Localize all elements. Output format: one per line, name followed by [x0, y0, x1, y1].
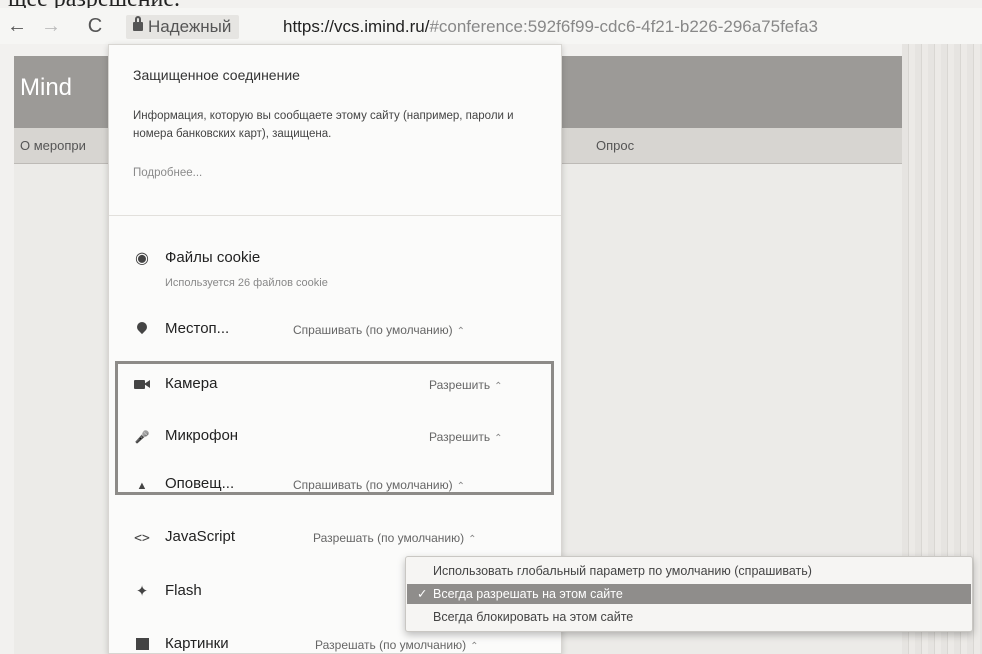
camera-icon: [133, 375, 151, 393]
tab-about[interactable]: О меропри: [20, 138, 86, 153]
checkmark-icon: ✓: [417, 587, 428, 601]
permission-flash-label: Flash: [165, 582, 202, 599]
forward-icon[interactable]: →: [40, 14, 62, 38]
permission-notifications-label: Оповещ...: [165, 475, 235, 492]
flash-options-menu: Использовать глобальный параметр по умол…: [405, 556, 973, 632]
tab-poll[interactable]: Опрос: [596, 138, 634, 153]
option-use-global-default[interactable]: Использовать глобальный параметр по умол…: [407, 561, 971, 581]
permission-camera-select[interactable]: Разрешить ⌃: [429, 378, 502, 392]
popup-title: Защищенное соединение: [133, 67, 300, 83]
address-bar[interactable]: https://vcs.imind.ru/#conference:592f6f9…: [283, 15, 818, 39]
permission-images-select[interactable]: Разрешать (по умолчанию) ⌃: [315, 638, 479, 652]
puzzle-icon: [133, 582, 151, 600]
bell-icon: [133, 475, 151, 493]
more-link[interactable]: Подробнее...: [133, 167, 202, 179]
secure-label: Надежный: [148, 17, 232, 36]
divider: [109, 215, 561, 216]
lock-icon: [133, 16, 143, 31]
secure-indicator[interactable]: Надежный: [126, 15, 240, 39]
cookie-icon: [133, 249, 151, 267]
url-host: https://vcs.imind.ru/: [283, 17, 430, 36]
permission-location-select[interactable]: Спрашивать (по умолчанию) ⌃: [293, 323, 465, 337]
microphone-icon: [133, 427, 151, 445]
image-icon: [133, 635, 151, 653]
option-always-allow[interactable]: ✓ Всегда разрешать на этом сайте: [407, 584, 971, 604]
option-always-block[interactable]: Всегда блокировать на этом сайте: [407, 607, 971, 627]
back-icon[interactable]: ←: [6, 14, 28, 38]
cookies-count[interactable]: Используется 26 файлов cookie: [165, 277, 328, 289]
permission-microphone-label: Микрофон: [165, 427, 239, 444]
reload-icon[interactable]: C: [84, 14, 106, 38]
url-path: #conference:592f6f99-cdc6-4f21-b226-296a…: [429, 17, 818, 36]
code-icon: [133, 528, 151, 546]
permission-notifications-select[interactable]: Спрашивать (по умолчанию) ⌃: [293, 478, 465, 492]
permission-images-label: Картинки: [165, 635, 229, 652]
permission-camera-label: Камера: [165, 375, 218, 392]
permission-javascript-label: JavaScript: [165, 528, 236, 545]
permission-microphone-select[interactable]: Разрешить ⌃: [429, 430, 502, 444]
cookies-label[interactable]: Файлы cookie: [165, 249, 260, 266]
permission-javascript-select[interactable]: Разрешать (по умолчанию) ⌃: [313, 531, 477, 545]
site-logo: Mind: [20, 74, 73, 101]
popup-description: Информация, которую вы сообщаете этому с…: [133, 110, 514, 140]
location-pin-icon: [133, 320, 151, 338]
browser-toolbar: ← → C Надежный https://vcs.imind.ru/#con…: [0, 8, 982, 44]
permission-location-label: Местоп...: [165, 320, 230, 337]
